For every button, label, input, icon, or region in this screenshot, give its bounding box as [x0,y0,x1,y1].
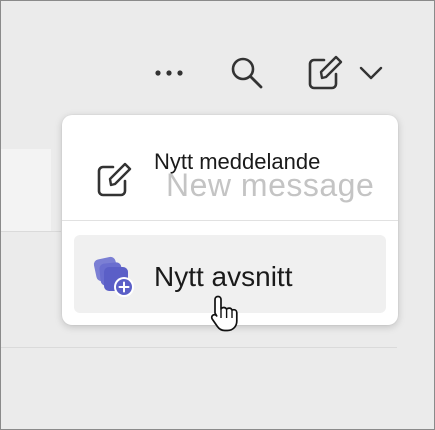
menu-divider [62,220,398,221]
new-post-menu: New message Nytt meddelande Nytt avsnitt [62,115,398,325]
add-section-icon [92,255,136,299]
background-panel [1,149,51,231]
menu-item-label: Nytt avsnitt [154,261,293,292]
divider [1,231,61,232]
compose-icon [308,55,343,90]
new-post-button[interactable] [301,53,391,93]
more-options-button[interactable] [149,53,189,93]
search-button[interactable] [223,53,271,93]
menu-item-label: Nytt meddelande [154,149,321,174]
search-icon [231,57,263,89]
app-window: New message Nytt meddelande Nytt avsnitt [0,0,435,430]
compose-icon [94,161,134,201]
divider [1,347,397,348]
menu-item-new-section[interactable]: Nytt avsnitt [74,235,386,313]
more-horizontal-icon [155,70,183,76]
menu-item-new-message[interactable]: New message Nytt meddelande [74,131,386,215]
chevron-down-icon[interactable] [357,63,387,83]
